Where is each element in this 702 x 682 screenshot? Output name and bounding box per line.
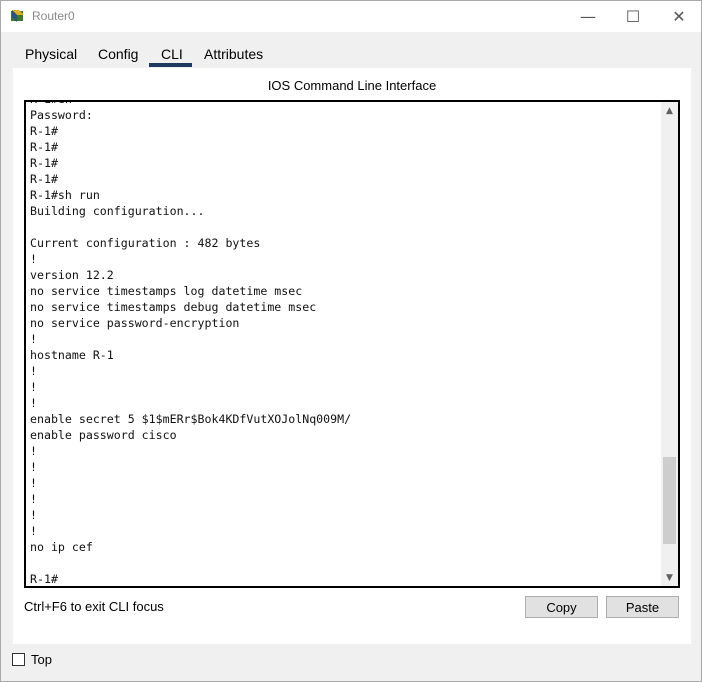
tab-attributes[interactable]: Attributes <box>204 46 263 62</box>
terminal-line: no service timestamps debug datetime mse… <box>30 300 317 314</box>
terminal-line: R-1# <box>30 156 58 170</box>
tab-physical[interactable]: Physical <box>25 46 77 62</box>
terminal-line: ! <box>30 380 37 394</box>
terminal-line: R-1#sh run <box>30 188 100 202</box>
tab-bar: Physical Config CLI Attributes <box>13 41 691 69</box>
terminal-line: hostname R-1 <box>30 348 114 362</box>
maximize-button[interactable]: ☐ <box>610 1 656 32</box>
terminal-line: enable secret 5 $1$mERr$Bok4KDfVutXOJolN… <box>30 412 352 426</box>
router-window: Router0 — ☐ ✕ Physical Config CLI Attrib… <box>0 0 702 682</box>
active-tab-indicator <box>149 63 192 67</box>
terminal-line: ! <box>30 444 37 458</box>
terminal-line: version 12.2 <box>30 268 114 282</box>
terminal-line: ! <box>30 492 37 506</box>
scroll-down-icon[interactable]: ▼ <box>661 569 678 586</box>
terminal-line: ! <box>30 332 37 346</box>
terminal-line: ! <box>30 524 37 538</box>
terminal-line: R-1#en <box>30 102 660 107</box>
terminal-line: R-1# <box>30 124 58 138</box>
terminal-line: R-1# <box>30 140 58 154</box>
title-bar[interactable]: Router0 — ☐ ✕ <box>1 1 701 32</box>
window-title: Router0 <box>32 9 75 23</box>
terminal-output[interactable]: R-1#enPassword: R-1# R-1# R-1# R-1# R-1#sh ru… <box>30 102 660 586</box>
terminal-line: ! <box>30 508 37 522</box>
terminal-line: ! <box>30 460 37 474</box>
terminal-line: no ip cef <box>30 540 93 554</box>
scroll-up-icon[interactable]: ▲ <box>661 102 678 119</box>
terminal-line: Building configuration... <box>30 204 205 218</box>
terminal-scrollbar[interactable]: ▲ ▼ <box>661 102 678 586</box>
minimize-button[interactable]: — <box>565 1 611 32</box>
terminal-line: Current configuration : 482 bytes <box>30 236 261 250</box>
panel-title: IOS Command Line Interface <box>267 78 437 93</box>
terminal-line: no service timestamps log datetime msec <box>30 284 303 298</box>
terminal-line: ! <box>30 364 37 378</box>
close-button[interactable]: ✕ <box>656 1 702 32</box>
copy-button[interactable]: Copy <box>525 596 598 618</box>
cli-panel: IOS Command Line Interface R-1#enPasswor… <box>13 68 691 644</box>
cli-focus-hint: Ctrl+F6 to exit CLI focus <box>24 599 164 614</box>
terminal-line: ! <box>30 252 37 266</box>
tab-config[interactable]: Config <box>98 46 138 62</box>
cli-terminal[interactable]: R-1#enPassword: R-1# R-1# R-1# R-1# R-1#sh ru… <box>24 100 680 588</box>
top-checkbox-label: Top <box>31 652 52 667</box>
top-checkbox[interactable] <box>12 653 25 666</box>
terminal-line: Password: <box>30 108 93 122</box>
terminal-line: no service password-encryption <box>30 316 240 330</box>
router-app-icon <box>11 10 24 22</box>
terminal-line: R-1# <box>30 172 58 186</box>
terminal-line: ! <box>30 396 37 410</box>
terminal-line: ! <box>30 476 37 490</box>
tab-cli[interactable]: CLI <box>161 46 183 62</box>
terminal-line: R-1# <box>30 572 58 586</box>
paste-button[interactable]: Paste <box>606 596 679 618</box>
scroll-thumb[interactable] <box>663 456 676 544</box>
terminal-line: enable password cisco <box>30 428 177 442</box>
